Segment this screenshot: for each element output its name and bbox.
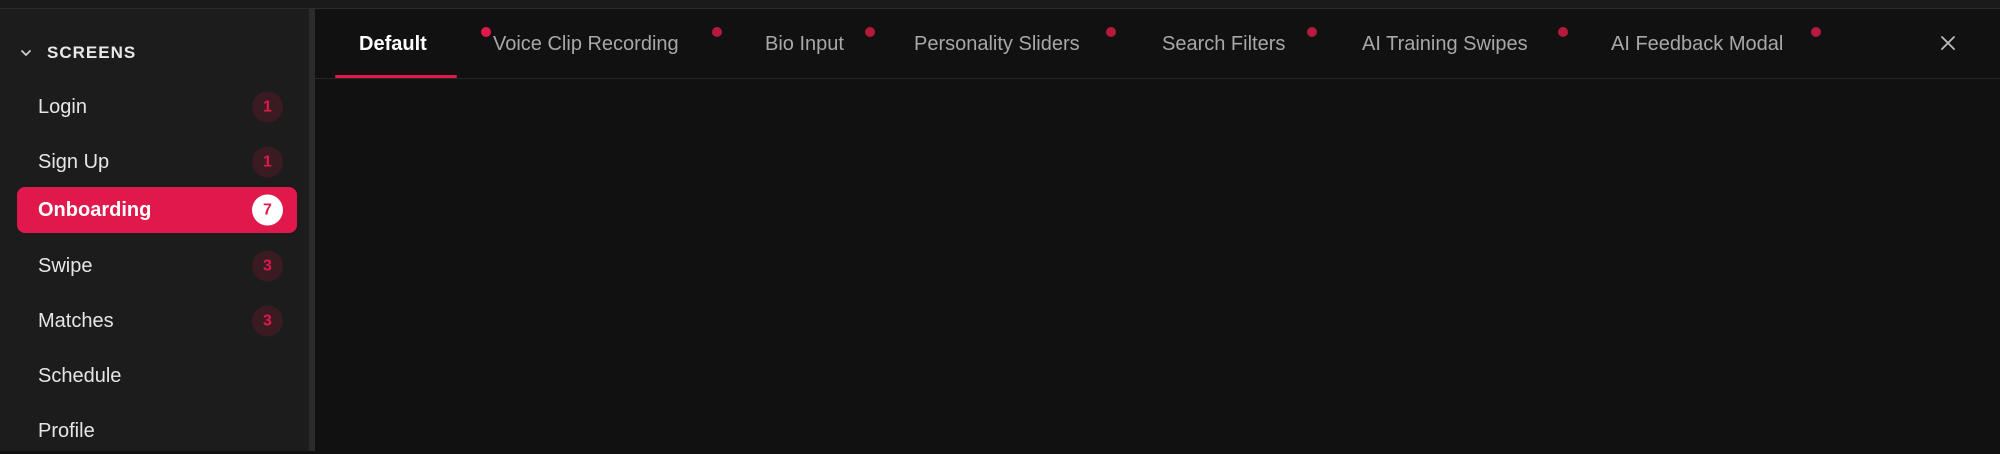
sidebar-item-label: Sign Up bbox=[38, 150, 110, 173]
sidebar-item-label: Login bbox=[38, 95, 87, 118]
sidebar-item-label: Matches bbox=[38, 309, 114, 332]
count-badge: 7 bbox=[252, 194, 283, 226]
sidebar-item-sign-up[interactable]: Sign Up 1 bbox=[17, 139, 297, 185]
tab-label: Personality Sliders bbox=[914, 32, 1080, 55]
tab-label: Voice Clip Recording bbox=[493, 32, 679, 55]
tab-default[interactable]: Default bbox=[359, 9, 491, 79]
screens-sidebar: SCREENS Login 1 Sign Up 1 Onboarding 7 S… bbox=[0, 9, 309, 451]
count-badge: 1 bbox=[252, 91, 283, 123]
sidebar-item-login[interactable]: Login 1 bbox=[17, 84, 297, 130]
tab-ai-training-swipes[interactable]: AI Training Swipes bbox=[1362, 9, 1568, 79]
sidebar-item-onboarding[interactable]: Onboarding 7 bbox=[17, 187, 297, 233]
sidebar-item-profile[interactable]: Profile bbox=[17, 408, 297, 454]
sidebar-item-swipe[interactable]: Swipe 3 bbox=[17, 243, 297, 289]
count-badge: 3 bbox=[252, 305, 283, 337]
indicator-dot bbox=[712, 27, 722, 37]
tab-voice-clip-recording[interactable]: Voice Clip Recording bbox=[493, 9, 722, 79]
count-badge: 1 bbox=[252, 146, 283, 178]
section-title: SCREENS bbox=[47, 43, 137, 62]
screen-state-tabs: Default Voice Clip Recording Bio Input P… bbox=[315, 9, 2000, 79]
close-icon bbox=[1939, 34, 1957, 52]
tab-label: AI Training Swipes bbox=[1362, 32, 1528, 55]
screens-section-header[interactable]: SCREENS bbox=[18, 35, 136, 71]
sidebar-item-matches[interactable]: Matches 3 bbox=[17, 298, 297, 344]
indicator-dot bbox=[1307, 27, 1317, 37]
main-panel: Default Voice Clip Recording Bio Input P… bbox=[315, 9, 2000, 451]
top-border bbox=[0, 0, 2000, 9]
tab-bio-input[interactable]: Bio Input bbox=[765, 9, 875, 79]
tab-label: Bio Input bbox=[765, 32, 844, 55]
indicator-dot bbox=[1811, 27, 1821, 37]
indicator-dot bbox=[1106, 27, 1116, 37]
count-badge: 3 bbox=[252, 250, 283, 282]
active-tab-underline bbox=[335, 75, 457, 78]
tab-personality-sliders[interactable]: Personality Sliders bbox=[914, 9, 1116, 79]
tab-label: Default bbox=[359, 32, 427, 55]
sidebar-item-label: Profile bbox=[38, 419, 95, 442]
indicator-dot bbox=[481, 27, 491, 37]
indicator-dot bbox=[865, 27, 875, 37]
sidebar-item-label: Onboarding bbox=[38, 198, 152, 221]
sidebar-item-schedule[interactable]: Schedule bbox=[17, 353, 297, 399]
indicator-dot bbox=[1558, 27, 1568, 37]
preview-canvas bbox=[315, 79, 2000, 451]
tab-label: Search Filters bbox=[1162, 32, 1286, 55]
tab-label: AI Feedback Modal bbox=[1611, 32, 1784, 55]
sidebar-item-label: Swipe bbox=[38, 254, 93, 277]
tab-search-filters[interactable]: Search Filters bbox=[1162, 9, 1317, 79]
chevron-down-icon bbox=[18, 45, 34, 61]
sidebar-item-label: Schedule bbox=[38, 364, 122, 387]
tab-ai-feedback-modal[interactable]: AI Feedback Modal bbox=[1611, 9, 1821, 79]
close-button[interactable] bbox=[1936, 31, 1960, 55]
